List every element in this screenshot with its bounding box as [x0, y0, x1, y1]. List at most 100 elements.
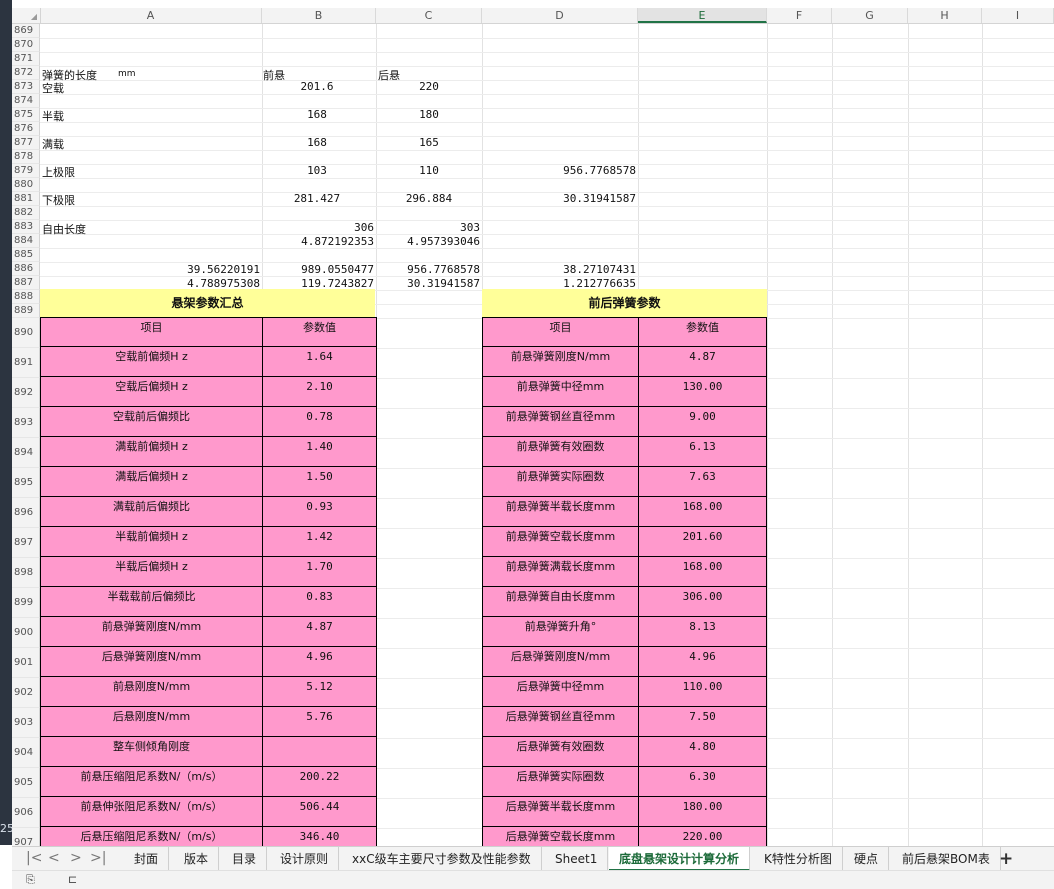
summary-table-item-cell[interactable]: 空载前偏频H z — [40, 346, 263, 377]
spring-table-item-cell[interactable]: 前悬弹簧实际圈数 — [482, 466, 639, 497]
summary-table-value-cell[interactable]: 1.50 — [262, 466, 377, 497]
column-header-e[interactable]: E — [638, 8, 767, 23]
row-header[interactable]: 907 — [12, 828, 40, 846]
spring-length-front-value[interactable]: 168 — [272, 136, 362, 149]
spring-table-item-cell[interactable]: 后悬弹簧实际圈数 — [482, 766, 639, 797]
sheet-tab[interactable]: Sheet1 — [545, 847, 609, 871]
row-header[interactable]: 900 — [12, 618, 40, 648]
row-header[interactable]: 884 — [12, 234, 40, 248]
cell-c884[interactable]: 4.957393046 — [382, 235, 480, 248]
row-header[interactable]: 876 — [12, 122, 40, 136]
macro-record-icon[interactable]: ⎘ — [26, 873, 35, 887]
row-header[interactable]: 891 — [12, 348, 40, 378]
spring-table-value-cell[interactable]: 7.50 — [638, 706, 767, 737]
summary-table-item-cell[interactable]: 空载后偏频H z — [40, 376, 263, 407]
spring-table-item-cell[interactable]: 后悬弹簧中径mm — [482, 676, 639, 707]
summary-table-item-cell[interactable]: 前悬弹簧刚度N/mm — [40, 616, 263, 647]
summary-table-item-cell[interactable]: 满载前后偏频比 — [40, 496, 263, 527]
row-header[interactable]: 892 — [12, 378, 40, 408]
row-header[interactable]: 873 — [12, 80, 40, 94]
spring-length-front-value[interactable]: 281.427 — [272, 192, 362, 205]
spring-table-item-cell[interactable]: 后悬弹簧空载长度mm — [482, 826, 639, 846]
spreadsheet-grid[interactable]: ABCDEFGHI ◢ 869 870 871 872 873 874 875 876 877 8… — [12, 8, 1054, 846]
summary-table-value-cell[interactable]: 1.64 — [262, 346, 377, 377]
row-header[interactable]: 894 — [12, 438, 40, 468]
row-header[interactable]: 881 — [12, 192, 40, 206]
row-header[interactable]: 903 — [12, 708, 40, 738]
summary-table-item-cell[interactable]: 后悬弹簧刚度N/mm — [40, 646, 263, 677]
row-header[interactable]: 874 — [12, 94, 40, 108]
sheet-tab[interactable]: K特性分析图 — [754, 847, 843, 871]
row-header[interactable]: 895 — [12, 468, 40, 498]
cell-b886[interactable]: 989.0550477 — [276, 263, 374, 276]
row-header[interactable]: 906 — [12, 798, 40, 828]
cell-d886[interactable]: 38.27107431 — [538, 263, 636, 276]
sheet-tab[interactable]: 版本 — [174, 847, 220, 871]
spring-length-row-label[interactable]: 半载 — [42, 108, 64, 124]
row-header[interactable]: 888 — [12, 290, 40, 304]
spring-table-title[interactable]: 前后弹簧参数 — [482, 289, 767, 317]
spring-table-item-cell[interactable]: 前悬弹簧自由长度mm — [482, 586, 639, 617]
spring-table-header-item[interactable]: 项目 — [482, 317, 639, 347]
free-length-front[interactable]: 306 — [312, 221, 374, 234]
row-header[interactable]: 893 — [12, 408, 40, 438]
row-header[interactable]: 886 — [12, 262, 40, 276]
spring-length-rear-value[interactable]: 220 — [384, 80, 474, 93]
row-header[interactable]: 890 — [12, 318, 40, 348]
row-header[interactable]: 882 — [12, 206, 40, 220]
row-header[interactable]: 905 — [12, 768, 40, 798]
row-header[interactable]: 875 — [12, 108, 40, 122]
spring-table-item-cell[interactable]: 后悬弹簧刚度N/mm — [482, 646, 639, 677]
row-header[interactable]: 898 — [12, 558, 40, 588]
spring-table-value-cell[interactable]: 4.87 — [638, 346, 767, 377]
spring-length-rear-value[interactable]: 165 — [384, 136, 474, 149]
spring-table-value-cell[interactable]: 168.00 — [638, 496, 767, 527]
spring-length-row-label[interactable]: 空载 — [42, 80, 64, 96]
spring-table-value-cell[interactable]: 306.00 — [638, 586, 767, 617]
row-header[interactable]: 902 — [12, 678, 40, 708]
row-header[interactable]: 883 — [12, 220, 40, 234]
summary-table-item-cell[interactable]: 半载载前后偏频比 — [40, 586, 263, 617]
spring-table-value-cell[interactable]: 110.00 — [638, 676, 767, 707]
spring-table-item-cell[interactable]: 前悬弹簧钢丝直径mm — [482, 406, 639, 437]
sheet-tab[interactable]: 前后悬架BOM表 — [892, 847, 1001, 871]
summary-table-item-cell[interactable]: 后悬压缩阻尼系数N/（m/s） — [40, 826, 263, 846]
row-header[interactable]: 869 — [12, 24, 40, 38]
row-header[interactable]: 879 — [12, 164, 40, 178]
spring-table-item-cell[interactable]: 后悬弹簧钢丝直径mm — [482, 706, 639, 737]
summary-table-value-cell[interactable]: 0.78 — [262, 406, 377, 437]
sheet-tab[interactable]: 设计原则 — [270, 847, 340, 871]
row-header[interactable]: 897 — [12, 528, 40, 558]
spring-table-item-cell[interactable]: 前悬弹簧中径mm — [482, 376, 639, 407]
summary-table-item-cell[interactable]: 半载前偏频H z — [40, 526, 263, 557]
column-header-c[interactable]: C — [376, 8, 482, 23]
spring-table-value-cell[interactable]: 4.96 — [638, 646, 767, 677]
spring-length-rear-value[interactable]: 180 — [384, 108, 474, 121]
summary-table-item-cell[interactable]: 满载前偏频H z — [40, 436, 263, 467]
free-length-label[interactable]: 自由长度 — [42, 221, 86, 237]
summary-table-value-cell[interactable]: 1.70 — [262, 556, 377, 587]
row-header[interactable]: 872 — [12, 66, 40, 80]
spring-length-extra-value[interactable]: 956.7768578 — [538, 164, 636, 177]
column-header-h[interactable]: H — [908, 8, 982, 23]
spring-length-row-label[interactable]: 上极限 — [42, 164, 75, 180]
sheet-tab[interactable]: 封面 — [124, 847, 170, 871]
summary-table-item-cell[interactable]: 半载后偏频H z — [40, 556, 263, 587]
summary-table-value-cell[interactable]: 5.76 — [262, 706, 377, 737]
spring-table-value-cell[interactable]: 130.00 — [638, 376, 767, 407]
row-header[interactable]: 878 — [12, 150, 40, 164]
spring-table-value-cell[interactable]: 7.63 — [638, 466, 767, 497]
cell-a886[interactable]: 39.56220191 — [162, 263, 260, 276]
summary-table-item-cell[interactable]: 空载前后偏频比 — [40, 406, 263, 437]
summary-table-value-cell[interactable]: 0.93 — [262, 496, 377, 527]
spring-table-value-cell[interactable]: 6.13 — [638, 436, 767, 467]
free-length-rear[interactable]: 303 — [418, 221, 480, 234]
spring-table-value-cell[interactable]: 9.00 — [638, 406, 767, 437]
summary-table-value-cell[interactable]: 1.42 — [262, 526, 377, 557]
sheet-tab[interactable]: 底盘悬架设计计算分析 — [609, 847, 751, 871]
spring-table-value-cell[interactable]: 201.60 — [638, 526, 767, 557]
spring-table-value-cell[interactable]: 180.00 — [638, 796, 767, 827]
spring-length-front-value[interactable]: 201.6 — [272, 80, 362, 93]
add-sheet-button[interactable]: + — [999, 849, 1013, 869]
column-header-f[interactable]: F — [767, 8, 832, 23]
